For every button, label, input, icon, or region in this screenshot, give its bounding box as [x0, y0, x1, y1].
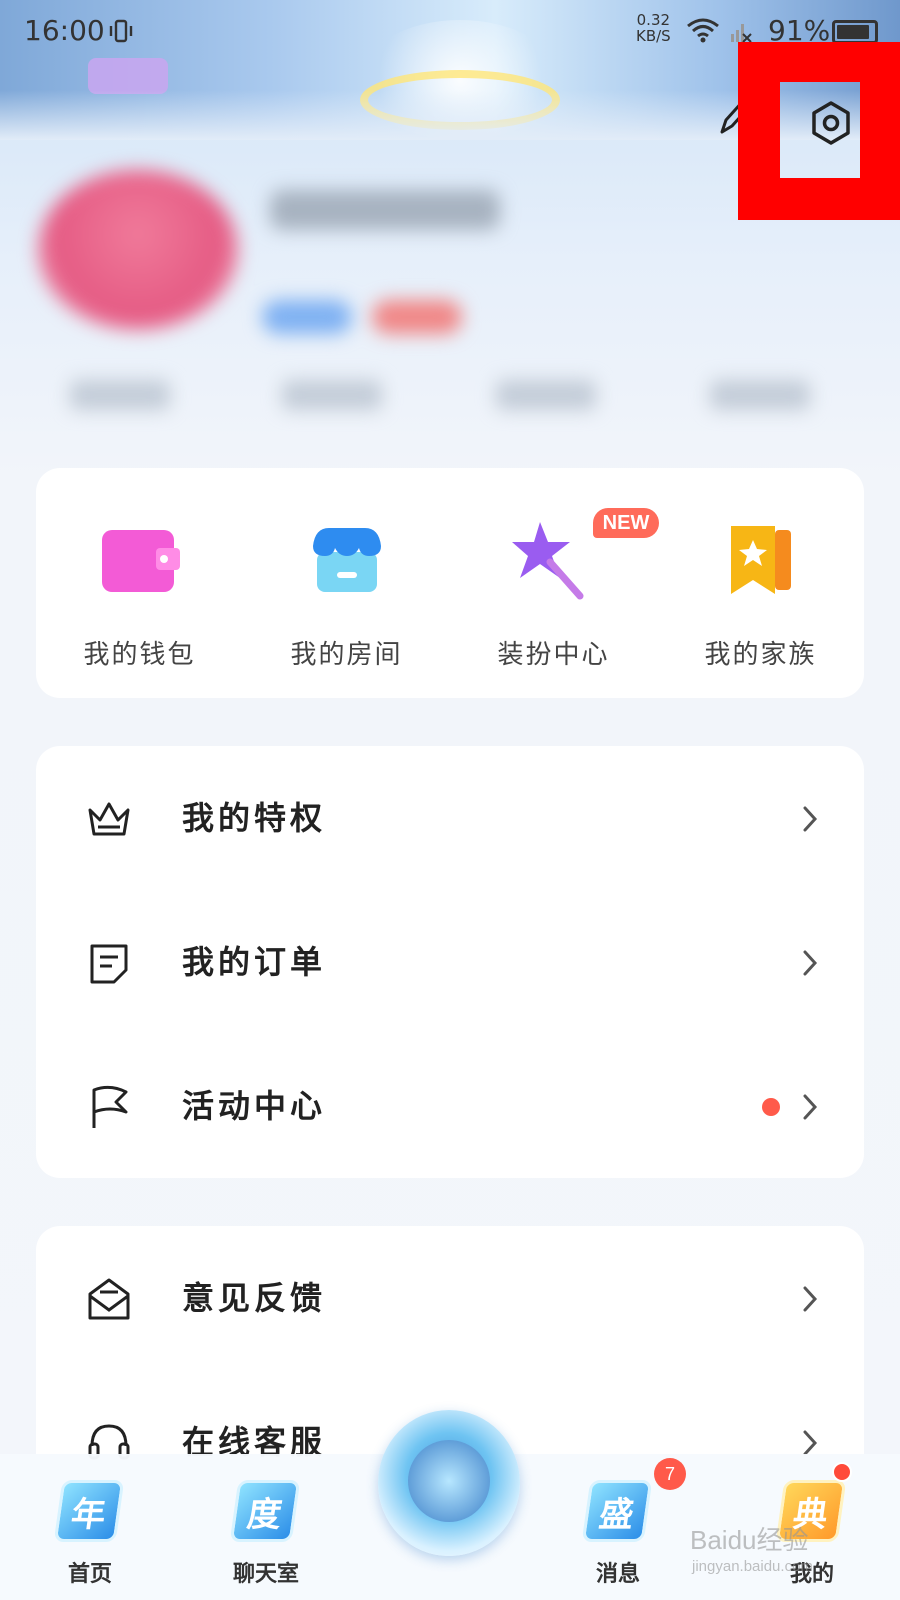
- battery-fill: [837, 25, 870, 39]
- signal-off-icon: [731, 24, 752, 43]
- menu-row-activity[interactable]: 活动中心: [36, 1034, 864, 1178]
- menu-row-label: 意见反馈: [182, 1279, 327, 1317]
- menu-card-primary: 我的特权 我的订单 活动中心: [36, 746, 864, 1178]
- watermark-sub: jingyan.baidu.com: [692, 1558, 813, 1575]
- nav-tab-label: 首页: [67, 1562, 112, 1587]
- shop-room-icon: [313, 528, 381, 592]
- center-orb-button[interactable]: [378, 1410, 520, 1556]
- menu-row-label: 活动中心: [182, 1087, 327, 1125]
- net-speed-unit: KB/S: [636, 27, 671, 45]
- quick-item-dressup[interactable]: 装扮中心: [450, 468, 657, 698]
- banner-tag: [88, 58, 168, 94]
- menu-row-privilege[interactable]: 我的特权: [36, 746, 864, 890]
- order-note-icon: [90, 944, 128, 984]
- vibrate-icon: [109, 19, 133, 43]
- profile-section: [0, 150, 900, 440]
- crown-icon: [88, 802, 130, 836]
- quick-menu-card: 我的钱包 我的房间 装扮中心 我的家族: [36, 468, 864, 698]
- chevron-right-icon: [803, 806, 818, 832]
- nav-tab-label: 聊天室: [232, 1562, 299, 1587]
- notification-dot: [762, 1098, 780, 1116]
- nav-tab-label: 消息: [595, 1562, 640, 1587]
- stat-item[interactable]: [282, 380, 382, 410]
- center-orb-core: [408, 1440, 490, 1522]
- family-bookmark-icon: [731, 526, 791, 594]
- menu-row-label: 我的订单: [182, 943, 327, 981]
- wallet-icon: [102, 530, 180, 592]
- stat-item[interactable]: [710, 380, 810, 410]
- wifi-icon: [687, 18, 719, 43]
- quick-item-label: 我的钱包: [83, 640, 196, 670]
- feedback-mail-icon: [88, 1278, 130, 1320]
- messages-tab-icon: 盛: [581, 1480, 653, 1542]
- quick-item-wallet[interactable]: 我的钱包: [36, 468, 243, 698]
- settings-button[interactable]: [802, 94, 860, 152]
- quick-item-family[interactable]: 我的家族: [657, 468, 864, 698]
- quick-item-label: 我的房间: [290, 640, 403, 670]
- settings-icon: [812, 101, 850, 145]
- net-speed-value: 0.32: [636, 11, 671, 29]
- quick-item-label: 我的家族: [704, 640, 817, 670]
- menu-row-feedback[interactable]: 意见反馈: [36, 1226, 864, 1370]
- quick-item-label: 装扮中心: [497, 640, 610, 670]
- stat-item[interactable]: [496, 380, 596, 410]
- chevron-right-icon: [803, 950, 818, 976]
- watermark: Baidu经验: [690, 1525, 809, 1555]
- nav-tab-home[interactable]: 年 首页: [30, 1454, 150, 1600]
- magic-wand-icon: [512, 522, 584, 600]
- me-notification-dot: [832, 1462, 852, 1482]
- menu-row-label: 我的特权: [182, 799, 327, 837]
- chevron-right-icon: [803, 1094, 818, 1120]
- menu-row-orders[interactable]: 我的订单: [36, 890, 864, 1034]
- avatar[interactable]: [38, 170, 238, 330]
- nav-tab-chatroom[interactable]: 度 聊天室: [206, 1454, 326, 1600]
- chatroom-tab-icon: 度: [229, 1480, 301, 1542]
- net-speed: 0.32 KB/S: [636, 12, 671, 44]
- level-badge: [262, 300, 352, 334]
- flag-icon: [92, 1085, 128, 1128]
- vip-badge: [372, 300, 462, 334]
- chevron-right-icon: [803, 1286, 818, 1312]
- message-count-badge: 7: [654, 1458, 686, 1490]
- stat-item[interactable]: [70, 380, 170, 410]
- quick-item-room[interactable]: 我的房间: [243, 468, 450, 698]
- new-badge: NEW: [593, 508, 659, 538]
- battery-icon: [832, 20, 878, 44]
- status-time: 16:00: [24, 14, 105, 47]
- home-tab-icon: 年: [53, 1480, 125, 1542]
- nickname: [270, 190, 500, 230]
